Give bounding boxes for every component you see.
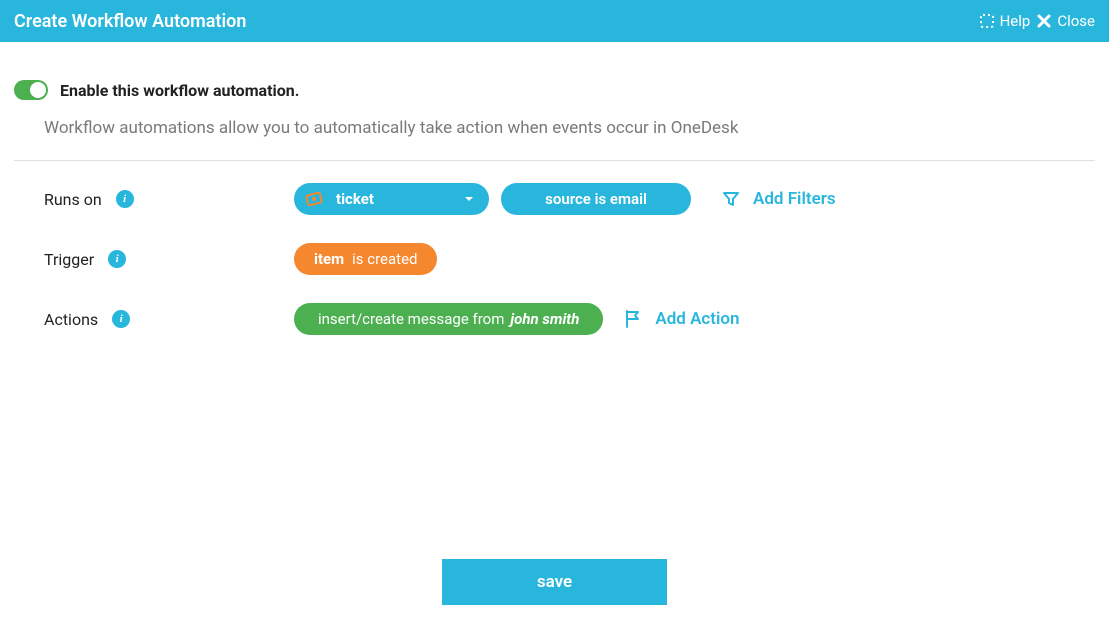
help-icon <box>979 13 995 29</box>
runs-on-label-col: Runs on i <box>44 190 294 209</box>
ticket-icon <box>304 189 324 209</box>
trigger-label-col: Trigger i <box>44 250 294 269</box>
divider <box>14 160 1095 161</box>
trigger-row: Trigger i item is created <box>44 243 1095 275</box>
close-label: Close <box>1057 12 1095 30</box>
actions-label-col: Actions i <box>44 310 294 329</box>
trigger-controls: item is created <box>294 243 437 275</box>
trigger-item: item <box>314 250 344 268</box>
ticket-label: ticket <box>336 190 451 208</box>
info-icon[interactable]: i <box>112 310 130 328</box>
trigger-condition: is created <box>352 250 417 268</box>
enable-label: Enable this workflow automation. <box>60 81 299 100</box>
description-text: Workflow automations allow you to automa… <box>44 118 1095 138</box>
info-icon[interactable]: i <box>116 190 134 208</box>
actions-controls: insert/create message from john smith Ad… <box>294 303 740 335</box>
runs-on-controls: ticket source is email Add Filters <box>294 183 836 215</box>
trigger-label: Trigger <box>44 250 94 269</box>
save-button-container: save <box>0 559 1109 605</box>
action-text: insert/create message from <box>318 310 504 328</box>
chevron-down-icon <box>463 193 475 205</box>
action-value: john smith <box>510 310 579 328</box>
help-label: Help <box>1000 12 1031 30</box>
action-pill[interactable]: insert/create message from john smith <box>294 303 603 335</box>
help-button[interactable]: Help <box>979 12 1031 30</box>
enable-toggle[interactable] <box>14 80 48 100</box>
source-filter-label: source is email <box>545 190 647 208</box>
dialog-content: Enable this workflow automation. Workflo… <box>0 42 1109 335</box>
enable-row: Enable this workflow automation. <box>14 80 1095 100</box>
add-filters-group: Add Filters <box>721 189 836 209</box>
runs-on-label: Runs on <box>44 190 102 209</box>
trigger-pill[interactable]: item is created <box>294 243 437 275</box>
dialog-title: Create Workflow Automation <box>14 11 246 32</box>
dialog-header: Create Workflow Automation Help Close <box>0 0 1109 42</box>
ticket-dropdown[interactable]: ticket <box>294 183 489 215</box>
close-button[interactable]: Close <box>1036 12 1095 30</box>
actions-label: Actions <box>44 310 98 329</box>
close-icon <box>1036 13 1052 29</box>
info-icon[interactable]: i <box>108 250 126 268</box>
flag-icon <box>623 309 643 329</box>
runs-on-row: Runs on i ticket source is e <box>44 183 1095 215</box>
header-actions: Help Close <box>979 12 1095 30</box>
add-action-link[interactable]: Add Action <box>655 309 739 329</box>
actions-row: Actions i insert/create message from joh… <box>44 303 1095 335</box>
filter-icon <box>721 189 741 209</box>
add-filters-link[interactable]: Add Filters <box>753 189 836 209</box>
source-filter-pill[interactable]: source is email <box>501 183 691 215</box>
save-button[interactable]: save <box>442 559 667 605</box>
